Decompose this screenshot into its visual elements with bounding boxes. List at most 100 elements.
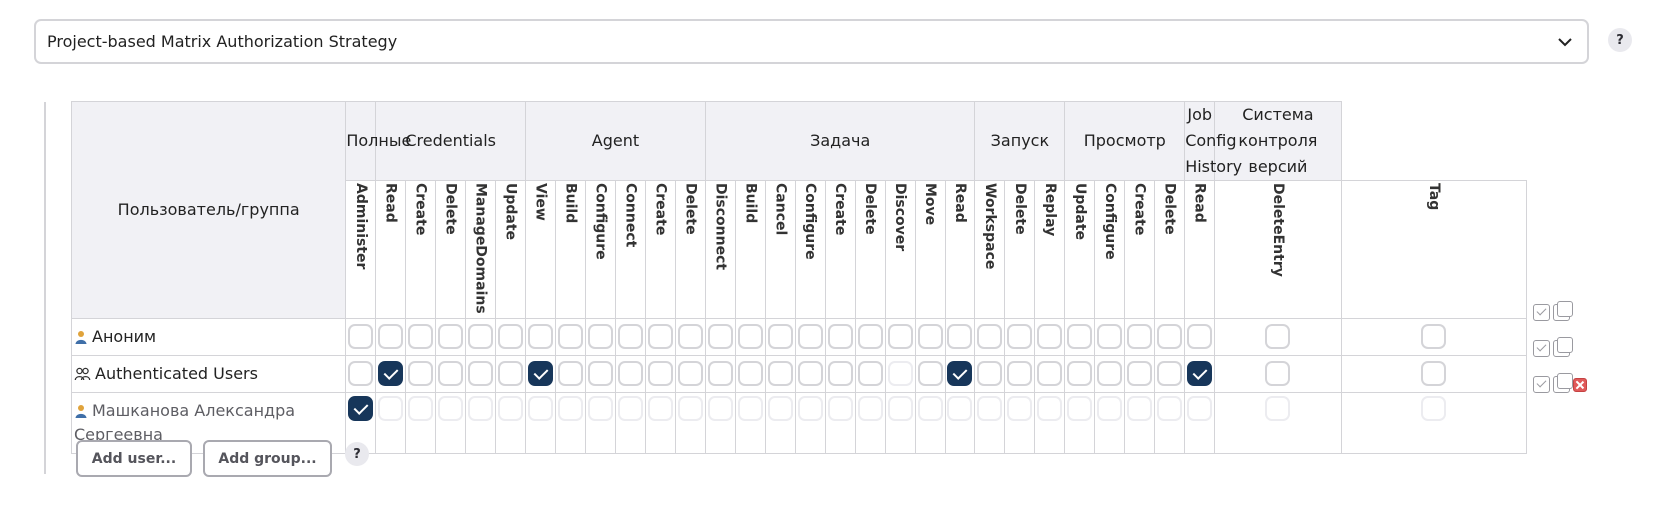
- permission-checkbox[interactable]: [1265, 361, 1291, 387]
- strategy-help-icon[interactable]: ?: [1608, 28, 1632, 52]
- permission-header: Create: [824, 180, 856, 319]
- permission-checkbox: [1127, 395, 1153, 421]
- permission-checkbox[interactable]: [707, 361, 733, 387]
- add-group-button[interactable]: Add group...: [203, 440, 332, 477]
- permission-checkbox[interactable]: [378, 324, 404, 350]
- permission-checkbox[interactable]: [887, 324, 913, 350]
- permission-checkbox[interactable]: [438, 361, 464, 387]
- user-cell: Authenticated Users: [70, 354, 347, 393]
- permission-cell: [495, 391, 527, 454]
- permission-checkbox[interactable]: [857, 361, 883, 387]
- permission-checkbox-checked[interactable]: [947, 361, 973, 387]
- permission-checkbox[interactable]: [348, 324, 374, 350]
- add-help-icon[interactable]: ?: [345, 442, 369, 466]
- permission-checkbox[interactable]: [498, 361, 524, 387]
- permission-checkbox[interactable]: [408, 361, 434, 387]
- permission-checkbox[interactable]: [1157, 324, 1183, 350]
- permission-checkbox[interactable]: [587, 361, 613, 387]
- permission-header: ManageDomains: [465, 180, 497, 319]
- permission-checkbox[interactable]: [1007, 324, 1033, 350]
- permission-checkbox-checked[interactable]: [378, 361, 404, 387]
- permission-checkbox[interactable]: [498, 324, 524, 350]
- permission-cell: [1004, 317, 1036, 356]
- permission-checkbox[interactable]: [468, 324, 494, 350]
- permission-cell: [1064, 391, 1096, 454]
- permission-checkbox[interactable]: [468, 361, 494, 387]
- permission-checkbox[interactable]: [1265, 324, 1291, 350]
- permission-checkbox[interactable]: [587, 324, 613, 350]
- permission-checkbox-checked[interactable]: [528, 361, 554, 387]
- permission-cell: [465, 391, 497, 454]
- select-all-icon[interactable]: [1533, 376, 1550, 393]
- authorization-strategy-select[interactable]: Project-based Matrix Authorization Strat…: [34, 19, 1589, 64]
- permission-checkbox: [827, 395, 853, 421]
- permission-label: Build: [562, 183, 579, 224]
- permission-header: Build: [734, 180, 766, 319]
- permission-checkbox[interactable]: [1187, 324, 1213, 350]
- permission-checkbox: [1421, 395, 1447, 421]
- permission-checkbox[interactable]: [827, 324, 853, 350]
- permission-cell: [764, 391, 796, 454]
- permission-checkbox[interactable]: [1097, 324, 1123, 350]
- permission-checkbox[interactable]: [707, 324, 733, 350]
- permission-checkbox[interactable]: [647, 361, 673, 387]
- permission-checkbox[interactable]: [767, 324, 793, 350]
- permission-checkbox[interactable]: [797, 361, 823, 387]
- select-all-icon[interactable]: [1533, 304, 1550, 321]
- unselect-all-icon[interactable]: [1553, 337, 1573, 357]
- permission-cell: [764, 317, 796, 356]
- permission-checkbox[interactable]: [677, 324, 703, 350]
- permission-checkbox[interactable]: [528, 324, 554, 350]
- delete-row-icon[interactable]: [1573, 377, 1587, 392]
- permission-checkbox[interactable]: [1421, 324, 1447, 350]
- permission-checkbox[interactable]: [827, 361, 853, 387]
- permission-cell: [1094, 354, 1126, 393]
- permission-cell: [584, 317, 616, 356]
- unselect-all-icon[interactable]: [1553, 373, 1573, 393]
- permission-checkbox[interactable]: [977, 324, 1003, 350]
- permission-checkbox[interactable]: [408, 324, 434, 350]
- permission-checkbox[interactable]: [558, 324, 583, 350]
- permission-checkbox[interactable]: [947, 324, 973, 350]
- permission-checkbox[interactable]: [917, 361, 943, 387]
- permission-header: Read: [944, 180, 976, 319]
- permission-cell: [555, 317, 586, 356]
- permission-cell: [465, 317, 497, 356]
- permission-checkbox[interactable]: [797, 324, 823, 350]
- permission-checkbox[interactable]: [1157, 361, 1183, 387]
- add-user-button[interactable]: Add user...: [76, 440, 192, 477]
- permission-checkbox[interactable]: [737, 361, 763, 387]
- permission-checkbox[interactable]: [617, 361, 643, 387]
- permission-checkbox[interactable]: [438, 324, 464, 350]
- permission-checkbox[interactable]: [1421, 361, 1447, 387]
- permission-header: Read: [375, 180, 407, 319]
- permission-checkbox[interactable]: [1037, 361, 1063, 387]
- permission-checkbox[interactable]: [647, 324, 673, 350]
- permission-checkbox[interactable]: [348, 361, 374, 387]
- permission-checkbox[interactable]: [1037, 324, 1063, 350]
- select-all-icon[interactable]: [1533, 340, 1550, 357]
- permission-checkbox[interactable]: [917, 324, 943, 350]
- row-tools-user: [1533, 373, 1587, 393]
- permission-checkbox[interactable]: [1007, 361, 1033, 387]
- permission-checkbox[interactable]: [857, 324, 883, 350]
- permission-checkbox-checked[interactable]: [348, 395, 374, 421]
- permission-checkbox[interactable]: [1067, 361, 1093, 387]
- permission-checkbox[interactable]: [1067, 324, 1093, 350]
- permission-checkbox[interactable]: [617, 324, 643, 350]
- permission-checkbox[interactable]: [737, 324, 763, 350]
- permission-checkbox[interactable]: [767, 361, 793, 387]
- permission-checkbox[interactable]: [677, 361, 703, 387]
- permission-checkbox-checked[interactable]: [1187, 361, 1213, 387]
- permission-header: Build: [555, 180, 586, 319]
- unselect-all-icon[interactable]: [1553, 301, 1573, 321]
- permission-cell: [525, 317, 557, 356]
- permission-checkbox[interactable]: [977, 361, 1003, 387]
- permission-checkbox[interactable]: [1127, 361, 1153, 387]
- permission-cell: [375, 391, 407, 454]
- permission-cell: [1034, 354, 1066, 393]
- permission-label: Administer: [352, 183, 369, 270]
- permission-checkbox[interactable]: [1097, 361, 1123, 387]
- permission-checkbox[interactable]: [1127, 324, 1153, 350]
- permission-checkbox[interactable]: [558, 361, 583, 387]
